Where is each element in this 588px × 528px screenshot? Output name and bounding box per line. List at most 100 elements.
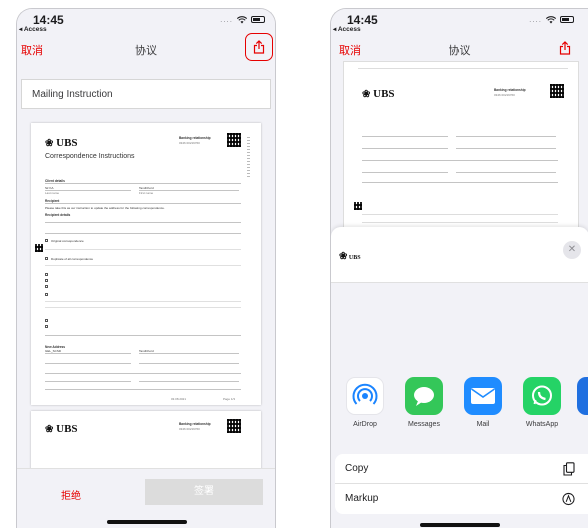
- relationship-label: Banking relationship: [494, 88, 526, 92]
- checkbox: [45, 319, 48, 322]
- ubs-logo-text: UBS: [56, 423, 78, 435]
- mail-icon: [464, 377, 502, 415]
- share-apps-row: AirDrop Messages Mail WhatsApp: [341, 377, 588, 428]
- share-app-more[interactable]: [577, 377, 588, 428]
- divider: [362, 136, 448, 137]
- battery-icon: [560, 16, 574, 23]
- divider: [45, 307, 241, 308]
- relationship-number: 0346 00219760: [179, 141, 200, 145]
- close-button[interactable]: ✕: [563, 241, 581, 259]
- ubs-logo: ❀ UBS: [339, 251, 361, 262]
- relationship-number: 0346 00219760: [494, 93, 515, 97]
- wifi-icon: [237, 15, 247, 23]
- share-sheet-header: ❀ UBS ✕: [331, 227, 588, 283]
- checkbox: [45, 257, 48, 260]
- divider: [45, 203, 241, 204]
- checkbox: [45, 239, 48, 242]
- checkbox: [45, 273, 48, 276]
- divider: [362, 214, 558, 215]
- status-icons: ....: [529, 15, 574, 24]
- checkbox: [45, 325, 48, 328]
- home-indicator[interactable]: [420, 523, 500, 527]
- divider: [45, 222, 241, 223]
- divider: [362, 148, 448, 149]
- barcode-marker: [354, 202, 362, 210]
- qr-code: [550, 84, 564, 98]
- signal-icon: ....: [220, 15, 233, 24]
- divider: [45, 363, 131, 364]
- nav-bar: 取消 协议: [331, 33, 588, 63]
- app-icon-partial: [577, 377, 588, 415]
- form-title: Correspondence Instructions: [45, 153, 135, 160]
- ubs-logo-text: UBS: [348, 255, 361, 261]
- instruction-text: Please take this as our instruction to u…: [45, 206, 165, 210]
- qr-code: [227, 419, 241, 433]
- divider: [456, 136, 556, 137]
- status-bar: 14:45 ◂ Access ....: [331, 9, 588, 33]
- last-name-label: Last name: [45, 191, 60, 195]
- reject-button[interactable]: 拒绝: [61, 487, 81, 502]
- document-title-field: Mailing Instruction: [21, 79, 271, 109]
- page-title: 协议: [448, 45, 471, 57]
- share-app-mail[interactable]: Mail: [459, 377, 507, 428]
- relationship-number: 0346 00219760: [179, 427, 200, 431]
- share-app-whatsapp[interactable]: WhatsApp: [518, 377, 566, 428]
- share-app-messages[interactable]: Messages: [400, 377, 448, 428]
- action-label: Copy: [345, 463, 369, 474]
- duplicate-correspondence-label: Duplicate of all correspondence: [51, 257, 94, 261]
- qr-code: [227, 133, 241, 147]
- share-button[interactable]: [554, 37, 576, 59]
- divider: [45, 183, 241, 184]
- relationship-label: Banking relationship: [179, 136, 211, 140]
- app-label: Mail: [476, 421, 490, 428]
- page-number: Page 1/3: [223, 397, 236, 401]
- home-indicator[interactable]: [107, 520, 187, 524]
- app-label: AirDrop: [353, 421, 377, 428]
- document-date: 03.08.2021: [171, 397, 187, 401]
- divider: [358, 68, 568, 69]
- divider: [362, 172, 448, 173]
- checkbox: [45, 285, 48, 288]
- copy-action[interactable]: Copy: [335, 454, 588, 484]
- side-text: [247, 137, 250, 177]
- divider: [362, 182, 558, 183]
- checkbox: [45, 279, 48, 282]
- share-button[interactable]: [245, 33, 273, 61]
- divider: [45, 265, 241, 266]
- divider: [362, 160, 558, 161]
- divider: [45, 335, 241, 336]
- divider: [45, 381, 131, 382]
- divider: [45, 233, 241, 234]
- divider: [139, 190, 239, 191]
- back-to-app-link[interactable]: ◂ Access: [19, 25, 47, 33]
- phone-document-view: 14:45 ◂ Access .... 取消 协议 Mailing Instru…: [16, 8, 276, 528]
- whatsapp-icon: [523, 377, 561, 415]
- recipient-details-heading: Recipient details: [45, 213, 71, 217]
- divider: [456, 148, 556, 149]
- markup-action[interactable]: Markup: [335, 484, 588, 514]
- copy-icon: [563, 462, 575, 476]
- markup-icon: [562, 492, 575, 506]
- divider: [139, 381, 239, 382]
- divider: [45, 373, 241, 374]
- checkbox: [45, 293, 48, 296]
- back-to-app-link[interactable]: ◂ Access: [333, 25, 361, 33]
- share-app-airdrop[interactable]: AirDrop: [341, 377, 389, 428]
- ubs-logo-text: UBS: [373, 88, 395, 100]
- share-icon: [253, 40, 265, 54]
- document-page-1[interactable]: ❀ UBS Banking relationship 0346 00219760…: [31, 123, 261, 405]
- divider: [45, 353, 131, 354]
- barcode-marker: [35, 244, 43, 252]
- bottom-action-bar: 拒绝 签署: [17, 468, 275, 528]
- divider: [45, 249, 241, 250]
- divider: [45, 301, 241, 302]
- divider: [362, 222, 558, 223]
- action-label: Markup: [345, 493, 379, 504]
- app-label: Messages: [408, 421, 440, 428]
- original-correspondence-label: Original correspondence: [51, 239, 84, 243]
- app-label: WhatsApp: [525, 421, 559, 428]
- sign-button[interactable]: 签署: [145, 479, 263, 505]
- ubs-logo: ❀ UBS: [45, 137, 78, 149]
- screenshot-stage: 14:45 ◂ Access .... 取消 协议 Mailing Instru…: [0, 0, 588, 528]
- divider: [139, 353, 239, 354]
